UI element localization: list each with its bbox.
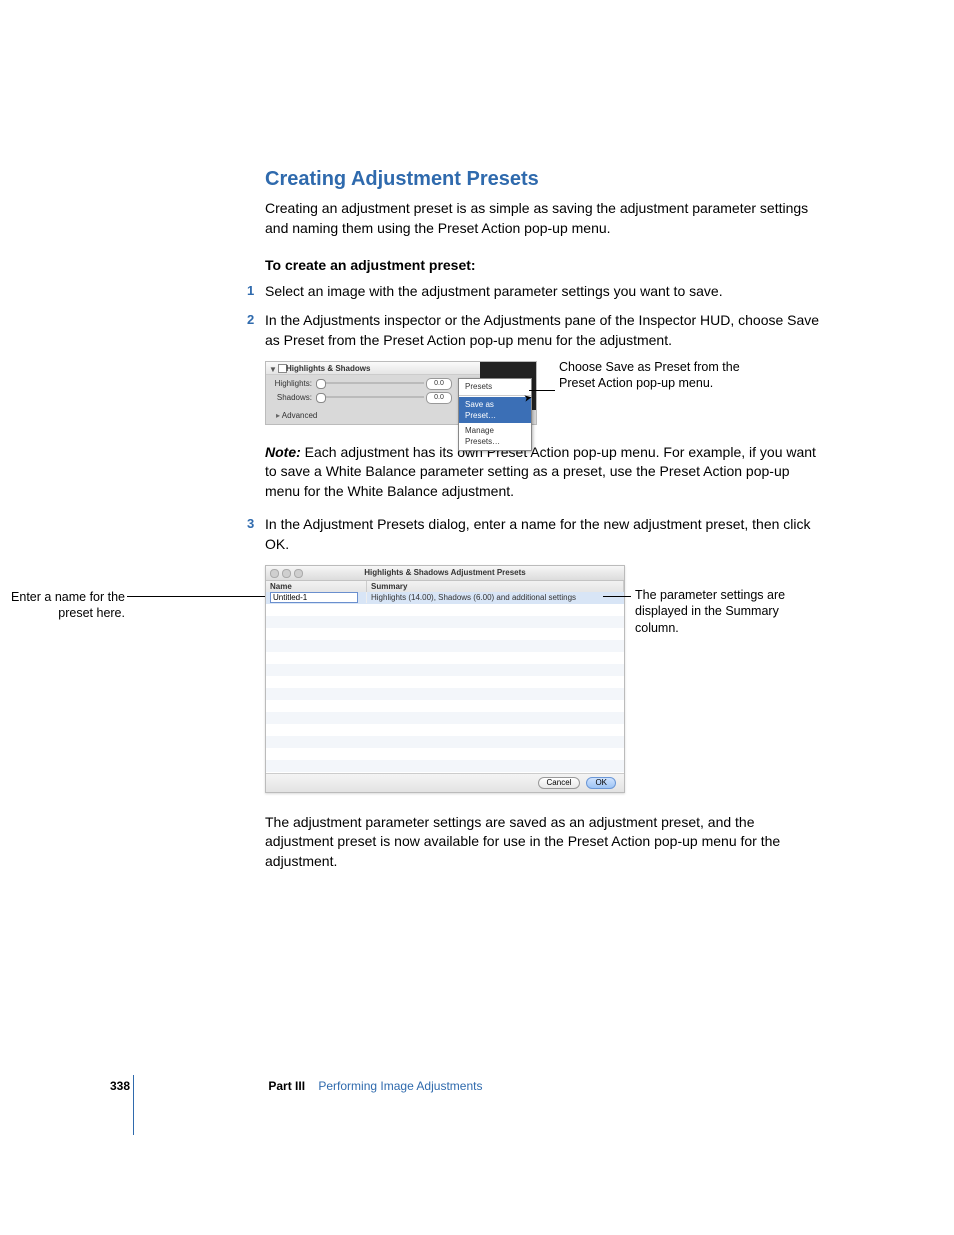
menu-item-save-as-preset[interactable]: Save as Preset… (459, 397, 531, 423)
step-3: 3In the Adjustment Presets dialog, enter… (265, 515, 825, 554)
step-list-contd: 3In the Adjustment Presets dialog, enter… (265, 515, 825, 554)
page: Creating Adjustment Presets Creating an … (0, 0, 954, 1235)
slider-track[interactable] (316, 382, 424, 384)
slider-knob[interactable] (316, 393, 326, 403)
inspector-panel: ▼ Highlights & Shadows ↺ Highlights: 0.0… (265, 361, 537, 425)
note-paragraph: Note: Each adjustment has its own Preset… (265, 443, 825, 502)
content-column: Creating Adjustment Presets Creating an … (265, 165, 825, 885)
dialog-footer: Cancel OK (266, 773, 624, 792)
step-text: In the Adjustment Presets dialog, enter … (265, 516, 811, 552)
note-label: Note: (265, 444, 301, 460)
presets-dialog: Highlights & Shadows Adjustment Presets … (265, 565, 625, 793)
callout-leader-line (603, 596, 631, 597)
menu-separator (459, 395, 531, 396)
close-icon[interactable] (270, 569, 279, 578)
callout-leader-line (529, 390, 555, 391)
note-body: Each adjustment has its own Preset Actio… (265, 444, 816, 499)
section-heading: Creating Adjustment Presets (265, 165, 825, 193)
menu-item-presets[interactable]: Presets (459, 379, 531, 394)
slider-value[interactable]: 0.0 (426, 392, 452, 404)
cell-name (266, 592, 367, 603)
intro-paragraph: Creating an adjustment preset is as simp… (265, 199, 825, 238)
table-stripes (266, 604, 624, 774)
figure-inspector: ▼ Highlights & Shadows ↺ Highlights: 0.0… (265, 361, 825, 425)
step-2: 2In the Adjustments inspector or the Adj… (265, 311, 825, 350)
dialog-titlebar: Highlights & Shadows Adjustment Presets (266, 566, 624, 581)
disclosure-triangle-icon[interactable]: ▼ (269, 364, 277, 375)
procedure-heading: To create an adjustment preset: (265, 256, 825, 276)
highlights-row: Highlights: 0.0 (270, 378, 452, 388)
cell-summary: Highlights (14.00), Shadows (6.00) and a… (367, 592, 624, 603)
slider-track[interactable] (316, 396, 424, 398)
step-number: 1 (247, 282, 254, 300)
advanced-disclosure[interactable]: Advanced (276, 410, 317, 421)
callout-left: Enter a name for the preset here. (5, 589, 125, 623)
preset-action-menu: Presets Save as Preset… Manage Presets… (458, 378, 532, 451)
slider-knob[interactable] (316, 379, 326, 389)
slider-label: Shadows: (270, 392, 312, 403)
preset-name-input[interactable] (270, 592, 358, 603)
step-number: 3 (247, 515, 254, 533)
step-1: 1Select an image with the adjustment par… (265, 282, 825, 302)
dialog-title: Highlights & Shadows Adjustment Presets (364, 568, 526, 577)
table-row[interactable]: Highlights (14.00), Shadows (6.00) and a… (266, 592, 624, 604)
callout-right: The parameter settings are displayed in … (635, 587, 815, 638)
step-list: 1Select an image with the adjustment par… (265, 282, 825, 351)
shadows-row: Shadows: 0.0 (270, 392, 452, 402)
step-number: 2 (247, 311, 254, 329)
page-footer: 338 Part III Performing Image Adjustment… (110, 1078, 810, 1095)
step-text: Select an image with the adjustment para… (265, 283, 723, 299)
part-name: Performing Image Adjustments (318, 1079, 482, 1093)
cancel-button[interactable]: Cancel (538, 777, 581, 789)
zoom-icon[interactable] (294, 569, 303, 578)
minimize-icon[interactable] (282, 569, 291, 578)
panel-title: Highlights & Shadows (286, 363, 370, 374)
ok-button[interactable]: OK (586, 777, 616, 789)
slider-label: Highlights: (270, 378, 312, 389)
callout-text: Choose Save as Preset from the Preset Ac… (559, 359, 779, 393)
callout-leader-line (127, 596, 267, 597)
step-text: In the Adjustments inspector or the Adju… (265, 312, 819, 348)
menu-item-manage-presets[interactable]: Manage Presets… (459, 423, 531, 449)
part-label: Part III (268, 1079, 305, 1093)
closing-paragraph: The adjustment parameter settings are sa… (265, 813, 825, 872)
footer-rule (133, 1075, 134, 1135)
window-controls (270, 569, 303, 578)
slider-value[interactable]: 0.0 (426, 378, 452, 390)
figure-dialog: Enter a name for the preset here. Highli… (135, 565, 825, 793)
table-body: Highlights (14.00), Shadows (6.00) and a… (266, 592, 624, 774)
